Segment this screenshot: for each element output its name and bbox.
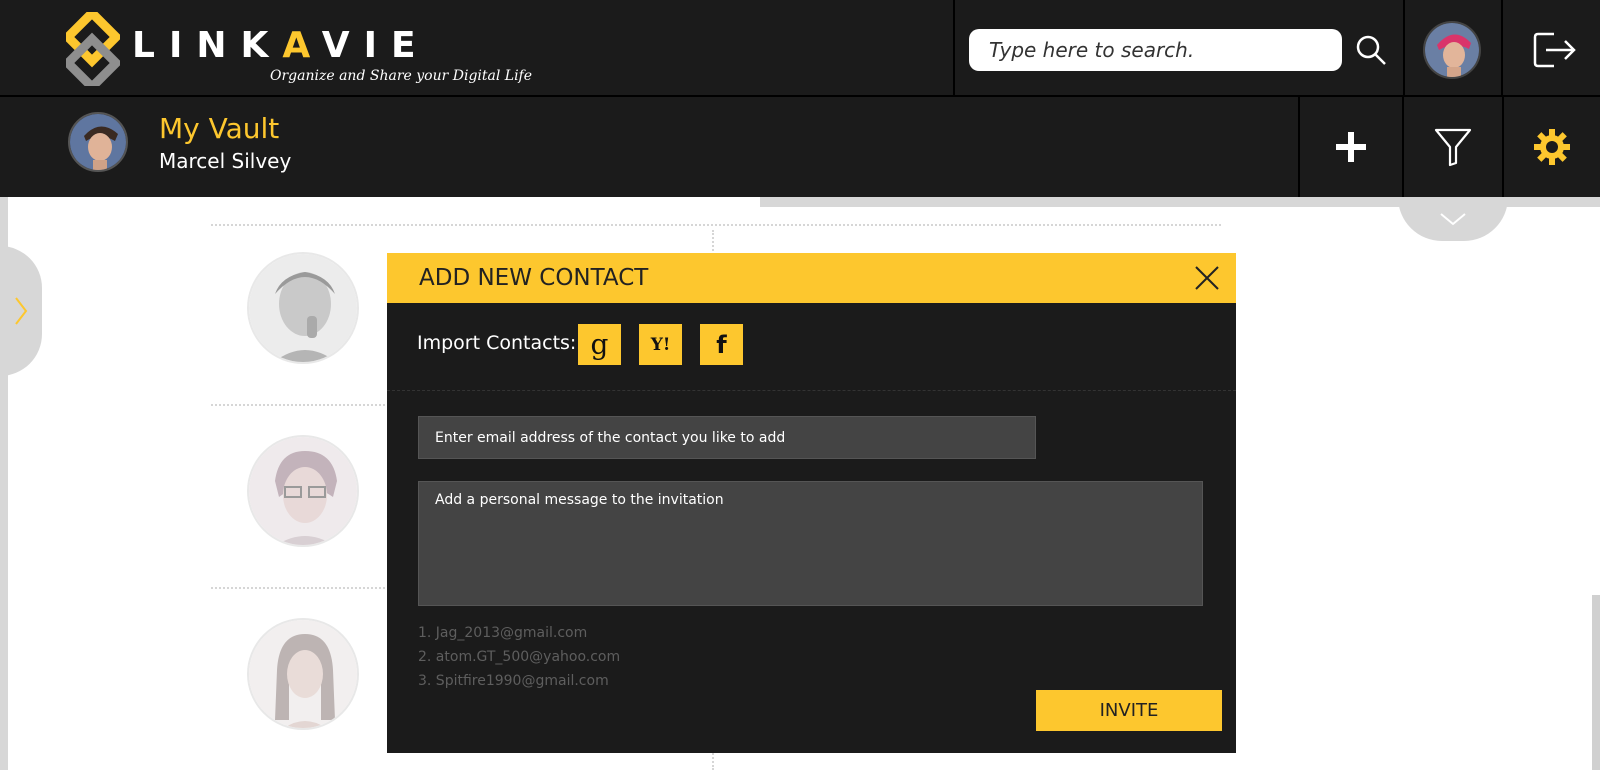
add-button[interactable]	[1298, 97, 1402, 197]
add-contact-modal: ADD NEW CONTACT Import Contacts: g Y! f …	[387, 253, 1236, 753]
close-icon[interactable]	[1194, 265, 1220, 291]
header-divider	[953, 0, 955, 95]
user-avatar[interactable]	[1423, 21, 1481, 79]
gear-icon	[1534, 129, 1570, 165]
vault-title: My Vault	[159, 112, 280, 145]
yahoo-icon: Y!	[650, 334, 671, 355]
filter-icon	[1434, 128, 1472, 167]
facebook-icon: f	[716, 330, 727, 359]
import-yahoo-button[interactable]: Y!	[639, 324, 682, 365]
logout-icon[interactable]	[1532, 31, 1578, 69]
import-facebook-button[interactable]: f	[700, 324, 743, 365]
row-divider	[211, 224, 1221, 226]
search-icon[interactable]	[1354, 33, 1388, 67]
import-google-button[interactable]: g	[578, 324, 621, 365]
settings-button[interactable]	[1502, 97, 1600, 197]
contact-avatar[interactable]	[247, 252, 359, 364]
top-bar: LINKAVIE Organize and Share your Digital…	[0, 0, 1600, 97]
chevron-right-icon	[15, 297, 28, 325]
vault-avatar	[68, 112, 128, 172]
modal-title: ADD NEW CONTACT	[419, 265, 649, 291]
brand-accent-letter: A	[282, 25, 322, 66]
modal-divider	[387, 390, 1236, 391]
contact-avatar[interactable]	[247, 435, 359, 547]
suggestion-item[interactable]: 2. atom.GT_500@yahoo.com	[418, 645, 620, 669]
vault-user-name: Marcel Silvey	[159, 149, 292, 173]
contact-avatar[interactable]	[247, 618, 359, 730]
email-suggestions: 1. Jag_2013@gmail.com 2. atom.GT_500@yah…	[418, 621, 620, 693]
email-field[interactable]	[418, 416, 1036, 459]
suggestion-item[interactable]: 1. Jag_2013@gmail.com	[418, 621, 620, 645]
brand-tagline: Organize and Share your Digital Life	[270, 68, 533, 84]
message-field[interactable]	[418, 481, 1203, 606]
search-input[interactable]	[969, 29, 1342, 71]
google-icon: g	[590, 328, 609, 361]
invite-button[interactable]: INVITE	[1036, 690, 1222, 731]
expand-panel-tab[interactable]	[1398, 197, 1508, 241]
modal-header: ADD NEW CONTACT	[387, 253, 1236, 303]
filter-button[interactable]	[1402, 97, 1502, 197]
header-divider	[1403, 0, 1405, 95]
header-divider	[1501, 0, 1503, 95]
scrollbar[interactable]	[1592, 595, 1600, 770]
chevron-down-icon	[1440, 213, 1466, 226]
vault-bar: My Vault Marcel Silvey	[0, 97, 1600, 197]
side-panel-tab[interactable]	[0, 246, 42, 376]
import-contacts-label: Import Contacts:	[417, 332, 577, 354]
plus-icon	[1336, 132, 1366, 162]
brand-name: LINKAVIE	[132, 25, 430, 66]
linkavie-logo-icon	[66, 12, 120, 86]
suggestion-item[interactable]: 3. Spitfire1990@gmail.com	[418, 669, 620, 693]
